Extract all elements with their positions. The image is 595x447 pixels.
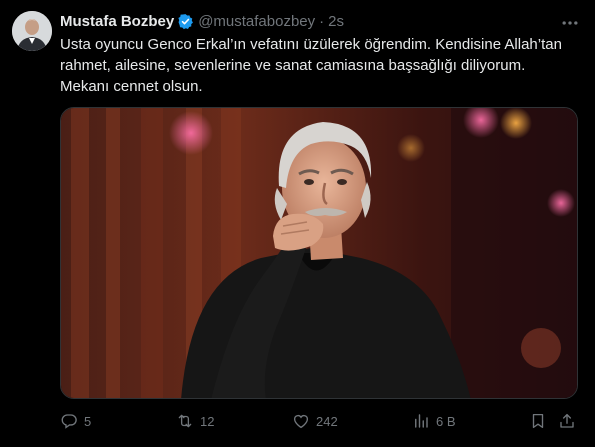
verified-badge-icon [177,13,194,30]
user-handle[interactable]: @mustafabozbey [198,13,315,30]
reply-button[interactable]: 5 [60,408,91,434]
views-icon [412,412,430,430]
share-button[interactable] [558,408,576,434]
tweet-text: Usta oyuncu Genco Erkal’ın vefatını üzül… [60,34,580,97]
tweet-header: Mustafa Bozbey @mustafabozbey · 2s [60,11,344,31]
reply-count: 5 [84,413,92,429]
bookmark-icon [529,412,547,430]
more-icon[interactable] [559,12,581,34]
tweet-card[interactable]: Mustafa Bozbey @mustafabozbey · 2s Usta … [0,0,595,447]
like-button[interactable]: 242 [292,408,338,434]
views-button[interactable]: 6 B [412,408,456,434]
like-count: 242 [316,413,338,429]
retweet-count: 12 [200,413,215,429]
like-icon [292,412,310,430]
reply-icon [60,412,78,430]
tweet-actions: 5 12 242 6 B [60,408,578,434]
separator-dot: · [319,12,325,30]
share-icon [558,412,576,430]
tweet-photo[interactable] [60,107,578,399]
portrait-photo [61,108,577,398]
retweet-icon [176,412,194,430]
views-count: 6 B [436,413,456,429]
tweet-text-line: Usta oyuncu Genco Erkal’ın vefatını üzül… [60,36,562,53]
retweet-button[interactable]: 12 [176,408,214,434]
bookmark-button[interactable] [529,408,547,434]
timestamp[interactable]: 2s [328,13,344,30]
tweet-text-line: rahmet, ailesine, sevenlerine ve sanat c… [60,57,526,74]
display-name[interactable]: Mustafa Bozbey [60,13,174,30]
avatar[interactable] [12,11,52,51]
tweet-text-line: Mekanı cennet olsun. [60,78,203,95]
